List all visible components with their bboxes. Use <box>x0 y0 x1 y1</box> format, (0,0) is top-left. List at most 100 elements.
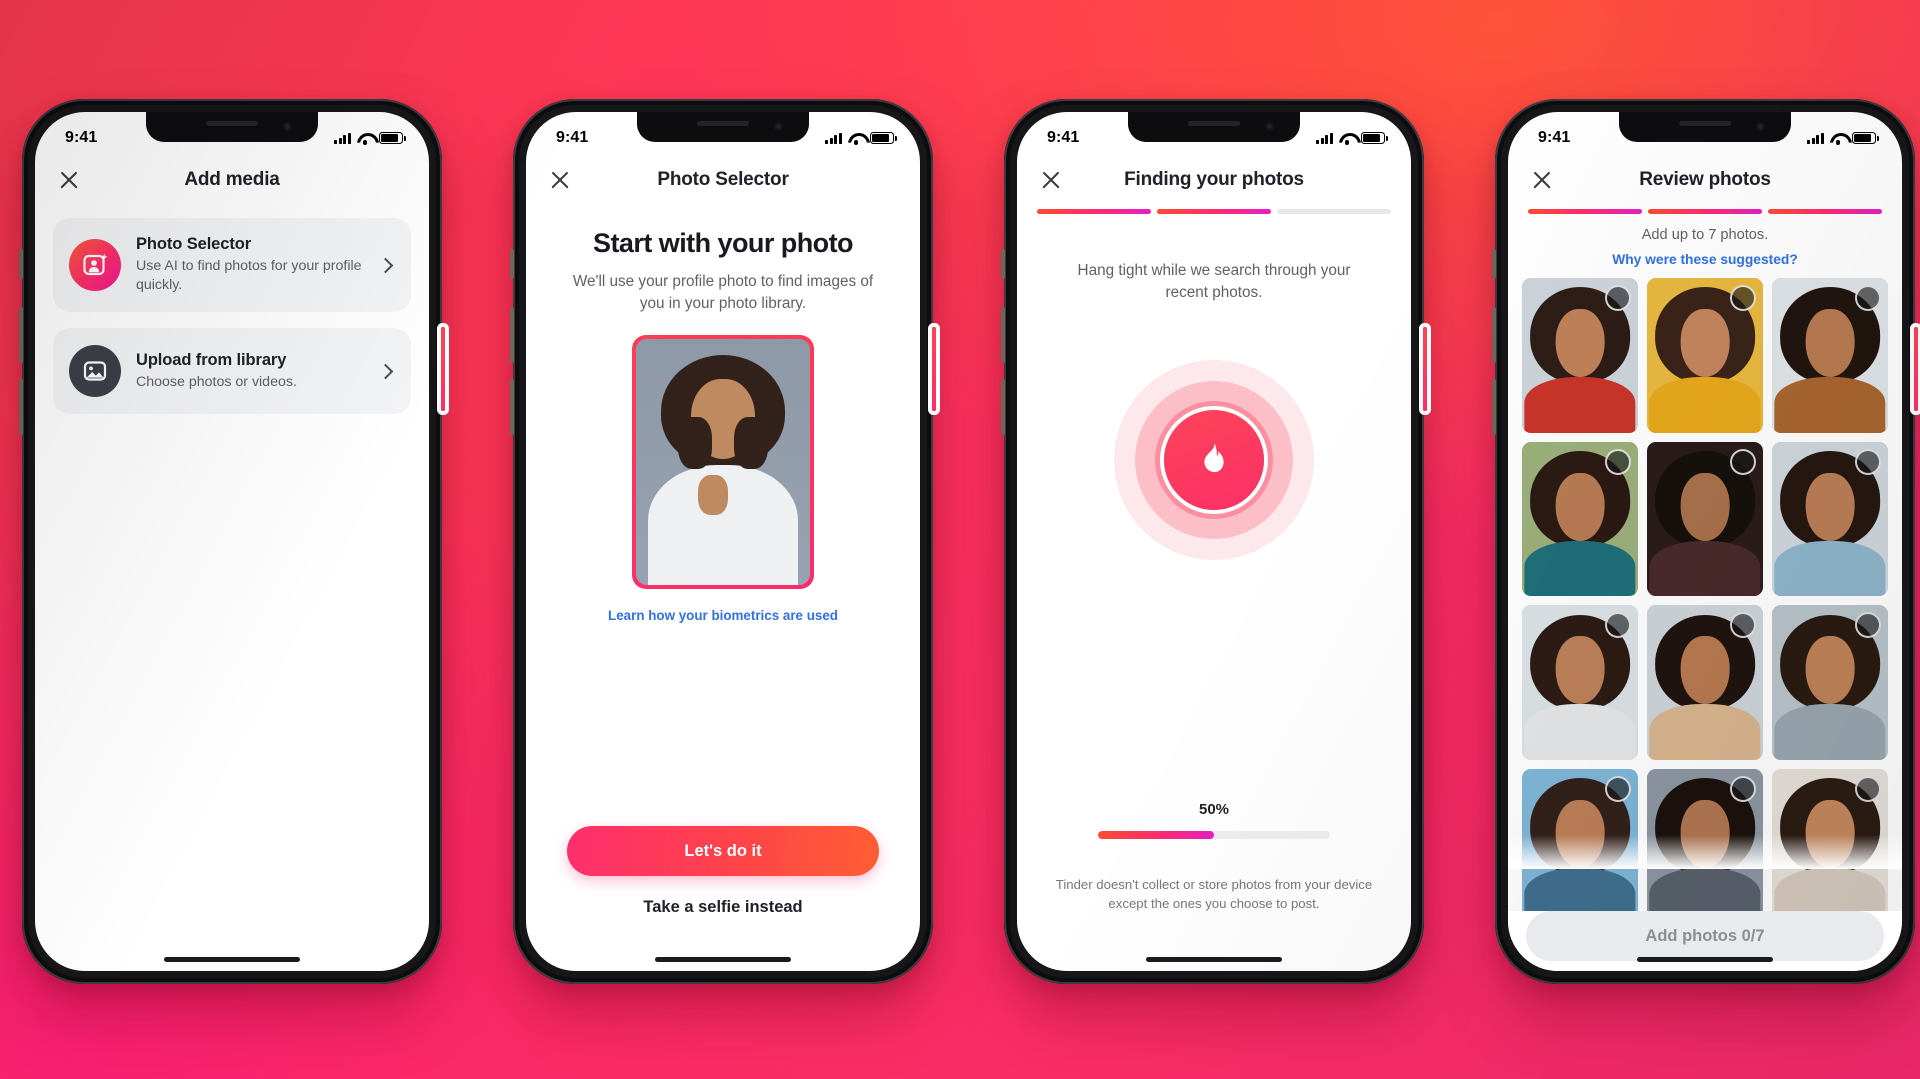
wifi-icon <box>1339 132 1355 145</box>
unchecked-circle-icon[interactable] <box>1855 775 1881 802</box>
heading: Start with your photo <box>593 228 853 258</box>
option-subtitle: Choose photos or videos. <box>136 373 297 390</box>
signal-bars-icon <box>1807 132 1824 144</box>
status-time: 9:41 <box>1047 129 1080 146</box>
phone-screen: 9:41 Add media Photo Selector Use AI to … <box>35 112 429 971</box>
nav-bar: Review photos <box>1508 156 1902 204</box>
biometrics-link[interactable]: Learn how your biometrics are used <box>526 608 920 623</box>
photo-thumbnail[interactable] <box>1647 278 1763 433</box>
unchecked-circle-icon[interactable] <box>1855 448 1881 475</box>
photo-thumbnail[interactable] <box>1647 605 1763 760</box>
mute-switch <box>1492 249 1496 279</box>
page-title: Photo Selector <box>657 169 789 190</box>
volume-down-button <box>1001 379 1005 435</box>
phone-screen: 9:41 Photo Selector Start with your phot… <box>526 112 920 971</box>
why-suggested-link[interactable]: Why were these suggested? <box>1508 252 1902 267</box>
power-button <box>1914 327 1918 411</box>
step-progress <box>1508 204 1902 214</box>
photo-thumbnail[interactable] <box>1647 768 1763 924</box>
battery-icon <box>1361 132 1388 144</box>
option-text: Upload from library Choose photos or vid… <box>136 351 365 392</box>
home-indicator <box>1146 957 1282 962</box>
lets-do-it-button[interactable]: Let's do it <box>567 826 879 876</box>
unchecked-circle-icon[interactable] <box>1605 448 1631 475</box>
photo-thumbnail[interactable] <box>1522 768 1638 924</box>
option-upload-from-library[interactable]: Upload from library Choose photos or vid… <box>53 328 411 415</box>
progress-block: 50% <box>1017 735 1411 839</box>
unchecked-circle-icon[interactable] <box>1855 285 1881 311</box>
page-title: Add media <box>184 169 280 190</box>
page-title: Review photos <box>1639 169 1771 190</box>
photo-thumbnail[interactable] <box>1522 278 1638 433</box>
wifi-icon <box>357 132 373 145</box>
unchecked-circle-icon[interactable] <box>1730 448 1756 475</box>
photo-thumbnail[interactable] <box>1772 278 1888 433</box>
subtitle: Hang tight while we search through your … <box>1077 262 1351 302</box>
photo-thumbnail[interactable] <box>1522 605 1638 760</box>
signal-bars-icon <box>334 132 351 144</box>
status-icons <box>825 132 897 145</box>
phone-review-photos: 9:41 Review photos Add up to 7 photos. W… <box>1492 99 1918 984</box>
phone-screen: 9:41 Review photos Add up to 7 photos. W… <box>1508 112 1902 971</box>
signal-bars-icon <box>1316 132 1333 144</box>
phone-photo-selector: 9:41 Photo Selector Start with your phot… <box>510 99 936 984</box>
volume-up-button <box>510 307 514 363</box>
unchecked-circle-icon[interactable] <box>1730 285 1756 311</box>
tinder-flame-icon <box>1114 360 1314 561</box>
home-indicator <box>1637 957 1773 962</box>
volume-up-button <box>1001 307 1005 363</box>
screenshot-stage: 9:41 Add media Photo Selector Use AI to … <box>0 0 1920 1079</box>
image-library-icon <box>69 345 121 398</box>
photo-thumbnail[interactable] <box>1772 605 1888 760</box>
photo-thumbnail[interactable] <box>1772 441 1888 597</box>
phone-add-media: 9:41 Add media Photo Selector Use AI to … <box>19 99 445 984</box>
step-segment-2 <box>1157 209 1271 214</box>
status-time: 9:41 <box>1538 129 1571 146</box>
power-button <box>441 327 445 411</box>
volume-up-button <box>1492 307 1496 363</box>
home-indicator <box>164 957 300 962</box>
option-photo-selector[interactable]: Photo Selector Use AI to find photos for… <box>53 218 411 313</box>
step-segment-3 <box>1277 209 1391 214</box>
status-time: 9:41 <box>556 129 589 146</box>
photo-thumbnail[interactable] <box>1772 768 1888 924</box>
step-segment-1 <box>1528 209 1642 214</box>
status-bar: 9:41 <box>35 112 429 156</box>
option-title: Upload from library <box>136 350 287 369</box>
status-time: 9:41 <box>65 129 98 146</box>
subtitle: Add up to 7 photos. <box>1641 227 1769 243</box>
wifi-icon <box>1830 132 1846 145</box>
unchecked-circle-icon[interactable] <box>1605 775 1631 802</box>
photo-grid <box>1508 267 1902 924</box>
flame-glyph <box>1201 442 1227 479</box>
photo-thumbnail[interactable] <box>1647 441 1763 597</box>
take-selfie-button[interactable]: Take a selfie instead <box>526 898 920 917</box>
step-segment-2 <box>1648 209 1762 214</box>
nav-bar: Add media <box>35 156 429 204</box>
home-indicator <box>655 957 791 962</box>
chevron-right-icon <box>377 257 394 273</box>
status-bar: 9:41 <box>1017 112 1411 156</box>
photo-thumbnail[interactable] <box>1522 441 1638 597</box>
unchecked-circle-icon[interactable] <box>1605 285 1631 311</box>
nav-bar: Finding your photos <box>1017 156 1411 204</box>
signal-bars-icon <box>825 132 842 144</box>
wifi-icon <box>848 132 864 145</box>
profile-photo-frame[interactable] <box>632 335 814 590</box>
mute-switch <box>510 249 514 279</box>
nav-bar: Photo Selector <box>526 156 920 204</box>
step-segment-1 <box>1037 209 1151 214</box>
bottom-dock: Add photos 0/7 <box>1508 911 1902 971</box>
status-icons <box>1807 132 1879 145</box>
option-title: Photo Selector <box>136 235 252 253</box>
status-icons <box>1316 132 1388 145</box>
profile-photo <box>636 339 810 586</box>
unchecked-circle-icon[interactable] <box>1730 775 1756 802</box>
option-text: Photo Selector Use AI to find photos for… <box>136 235 365 295</box>
power-button <box>932 327 936 411</box>
chevron-right-icon <box>377 363 394 379</box>
step-segment-3 <box>1768 209 1882 214</box>
step-progress <box>1017 204 1411 214</box>
add-photos-button[interactable]: Add photos 0/7 <box>1526 911 1884 961</box>
option-subtitle: Use AI to find photos for your profile q… <box>136 258 362 294</box>
